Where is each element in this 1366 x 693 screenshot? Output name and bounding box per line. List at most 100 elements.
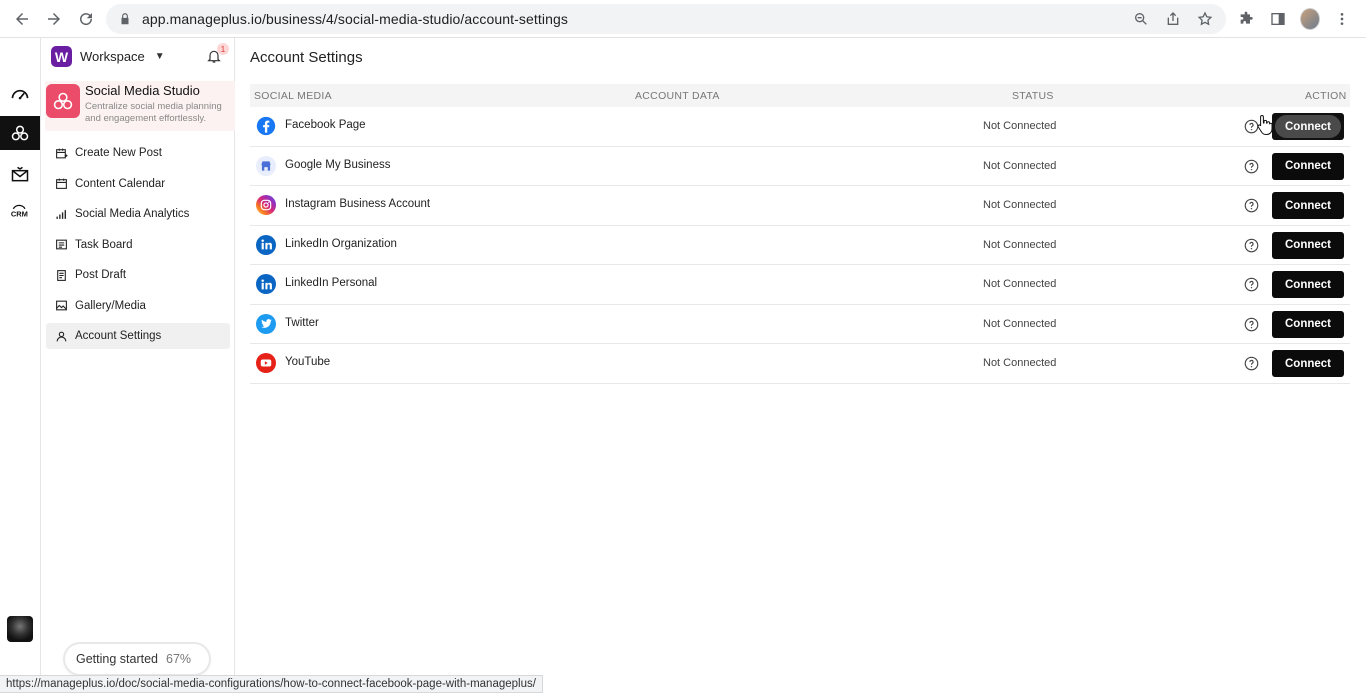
hand-cursor-icon xyxy=(1257,114,1273,135)
forward-icon[interactable] xyxy=(38,3,70,35)
header-social-media: SOCIAL MEDIA xyxy=(254,90,332,102)
header-account-data: ACCOUNT DATA xyxy=(635,90,720,102)
workspace-label: Workspace xyxy=(80,49,145,64)
app-icon-rail: CRM xyxy=(0,38,41,693)
sidebar-item-post-draft[interactable]: Post Draft xyxy=(46,262,230,288)
network-name: LinkedIn Personal xyxy=(285,277,378,289)
email-campaign-icon[interactable] xyxy=(0,157,40,191)
getting-started-label: Getting started xyxy=(76,652,158,666)
sidebar-item-social-media-analytics[interactable]: Social Media Analytics xyxy=(46,201,230,227)
user-icon xyxy=(54,329,68,343)
connection-status: Not Connected xyxy=(983,238,1057,251)
youtube-icon xyxy=(256,353,276,373)
connection-status: Not Connected xyxy=(983,317,1057,330)
more-menu-icon[interactable] xyxy=(1332,4,1352,34)
lock-icon xyxy=(121,13,129,25)
help-icon[interactable] xyxy=(1244,277,1259,292)
bookmark-star-icon[interactable] xyxy=(1196,10,1214,28)
connect-button[interactable]: Connect xyxy=(1272,310,1344,338)
sidebar-item-label: Task Board xyxy=(75,238,133,251)
reload-icon[interactable] xyxy=(70,3,102,35)
linkedin-icon xyxy=(256,234,276,255)
sidebar: W Workspace ▼ 1 Social Media Studio Cent… xyxy=(41,38,235,693)
network-name: YouTube xyxy=(285,356,331,368)
user-avatar[interactable] xyxy=(7,616,33,642)
social-studio-icon[interactable] xyxy=(0,116,40,150)
svg-text:CRM: CRM xyxy=(11,209,28,218)
getting-started-progress: 67% xyxy=(166,652,192,666)
table-row: LinkedIn Personal Not Connected Connect xyxy=(250,265,1350,305)
social-studio-logo-icon xyxy=(46,84,80,118)
create-post-icon xyxy=(54,146,68,160)
network-name: Instagram Business Account xyxy=(285,198,431,210)
sidebar-item-content-calendar[interactable]: Content Calendar xyxy=(46,171,230,197)
twitter-icon xyxy=(256,313,276,334)
sidebar-item-label: Gallery/Media xyxy=(75,299,146,312)
extensions-icon[interactable] xyxy=(1236,4,1256,34)
connect-button[interactable]: Connect xyxy=(1272,192,1344,219)
table-row: Google My Business Not Connected Connect xyxy=(250,147,1350,186)
help-icon[interactable] xyxy=(1244,356,1259,371)
analytics-icon xyxy=(54,207,68,221)
workspace-switcher[interactable]: W Workspace ▼ xyxy=(51,46,165,67)
chevron-down-icon: ▼ xyxy=(154,51,165,62)
profile-avatar[interactable] xyxy=(1300,4,1320,34)
crm-icon[interactable]: CRM xyxy=(0,196,40,230)
sidebar-item-create-new-post[interactable]: Create New Post xyxy=(46,140,230,166)
calendar-icon xyxy=(54,177,68,191)
help-icon[interactable] xyxy=(1244,238,1259,253)
table-row: LinkedIn Organization Not Connected Conn… xyxy=(250,226,1350,265)
sidebar-item-label: Post Draft xyxy=(75,269,127,281)
share-icon[interactable] xyxy=(1164,10,1182,28)
app-header-card: Social Media Studio Centralize social me… xyxy=(45,81,235,131)
zoom-icon[interactable] xyxy=(1132,10,1150,28)
connect-button[interactable]: Connect xyxy=(1272,113,1344,140)
connection-status: Not Connected xyxy=(983,199,1057,211)
workspace-logo: W xyxy=(51,46,72,67)
sidebar-item-account-settings[interactable]: Account Settings xyxy=(46,323,230,349)
help-icon[interactable] xyxy=(1244,198,1259,213)
linkedin-icon xyxy=(256,274,276,294)
header-action: ACTION xyxy=(1305,90,1347,102)
back-icon[interactable] xyxy=(6,3,38,35)
help-icon[interactable] xyxy=(1244,159,1259,174)
sidebar-item-label: Create New Post xyxy=(75,147,162,159)
draft-icon xyxy=(54,268,68,282)
page-title: Account Settings xyxy=(250,49,363,66)
connect-button[interactable]: Connect xyxy=(1272,271,1344,298)
table-row: Facebook Page Not Connected Connect xyxy=(250,107,1350,147)
table-header: SOCIAL MEDIA ACCOUNT DATA STATUS ACTION xyxy=(250,84,1350,107)
connect-button[interactable]: Connect xyxy=(1272,350,1344,377)
network-name: Facebook Page xyxy=(285,119,366,131)
gallery-icon xyxy=(54,299,68,313)
main-content: Account Settings SOCIAL MEDIA ACCOUNT DA… xyxy=(236,38,1366,693)
getting-started-button[interactable]: Getting started 67% xyxy=(65,644,209,674)
sidebar-item-gallery-media[interactable]: Gallery/Media xyxy=(46,293,230,319)
side-panel-icon[interactable] xyxy=(1268,4,1288,34)
status-url: https://manageplus.io/doc/social-media-c… xyxy=(6,678,536,690)
social-accounts-table: SOCIAL MEDIA ACCOUNT DATA STATUS ACTION … xyxy=(250,84,1350,384)
connection-status: Not Connected xyxy=(983,278,1057,290)
link-status-bar: https://manageplus.io/doc/social-media-c… xyxy=(0,675,543,693)
table-row: Twitter Not Connected Connect xyxy=(250,305,1350,344)
notification-badge: 1 xyxy=(217,43,229,55)
dashboard-gauge-icon[interactable] xyxy=(0,77,40,111)
help-icon[interactable] xyxy=(1244,317,1259,332)
network-name: Google My Business xyxy=(285,158,391,171)
connect-button[interactable]: Connect xyxy=(1272,152,1344,180)
sidebar-item-task-board[interactable]: Task Board xyxy=(46,232,230,258)
connection-status: Not Connected xyxy=(983,159,1057,172)
connection-status: Not Connected xyxy=(983,120,1057,132)
table-row: YouTube Not Connected Connect xyxy=(250,344,1350,384)
network-name: Twitter xyxy=(285,316,319,329)
task-board-icon xyxy=(54,238,68,252)
connect-button[interactable]: Connect xyxy=(1272,231,1344,259)
sidebar-menu: Create New Post Content Calendar Social … xyxy=(46,140,230,354)
table-row: Instagram Business Account Not Connected… xyxy=(250,186,1350,226)
google-my-business-icon xyxy=(256,155,276,176)
address-bar[interactable]: app.manageplus.io/business/4/social-medi… xyxy=(106,4,1226,34)
instagram-icon xyxy=(256,195,276,215)
url-text: app.manageplus.io/business/4/social-medi… xyxy=(142,11,568,27)
sidebar-item-label: Content Calendar xyxy=(75,177,166,190)
header-status: STATUS xyxy=(1012,90,1054,102)
